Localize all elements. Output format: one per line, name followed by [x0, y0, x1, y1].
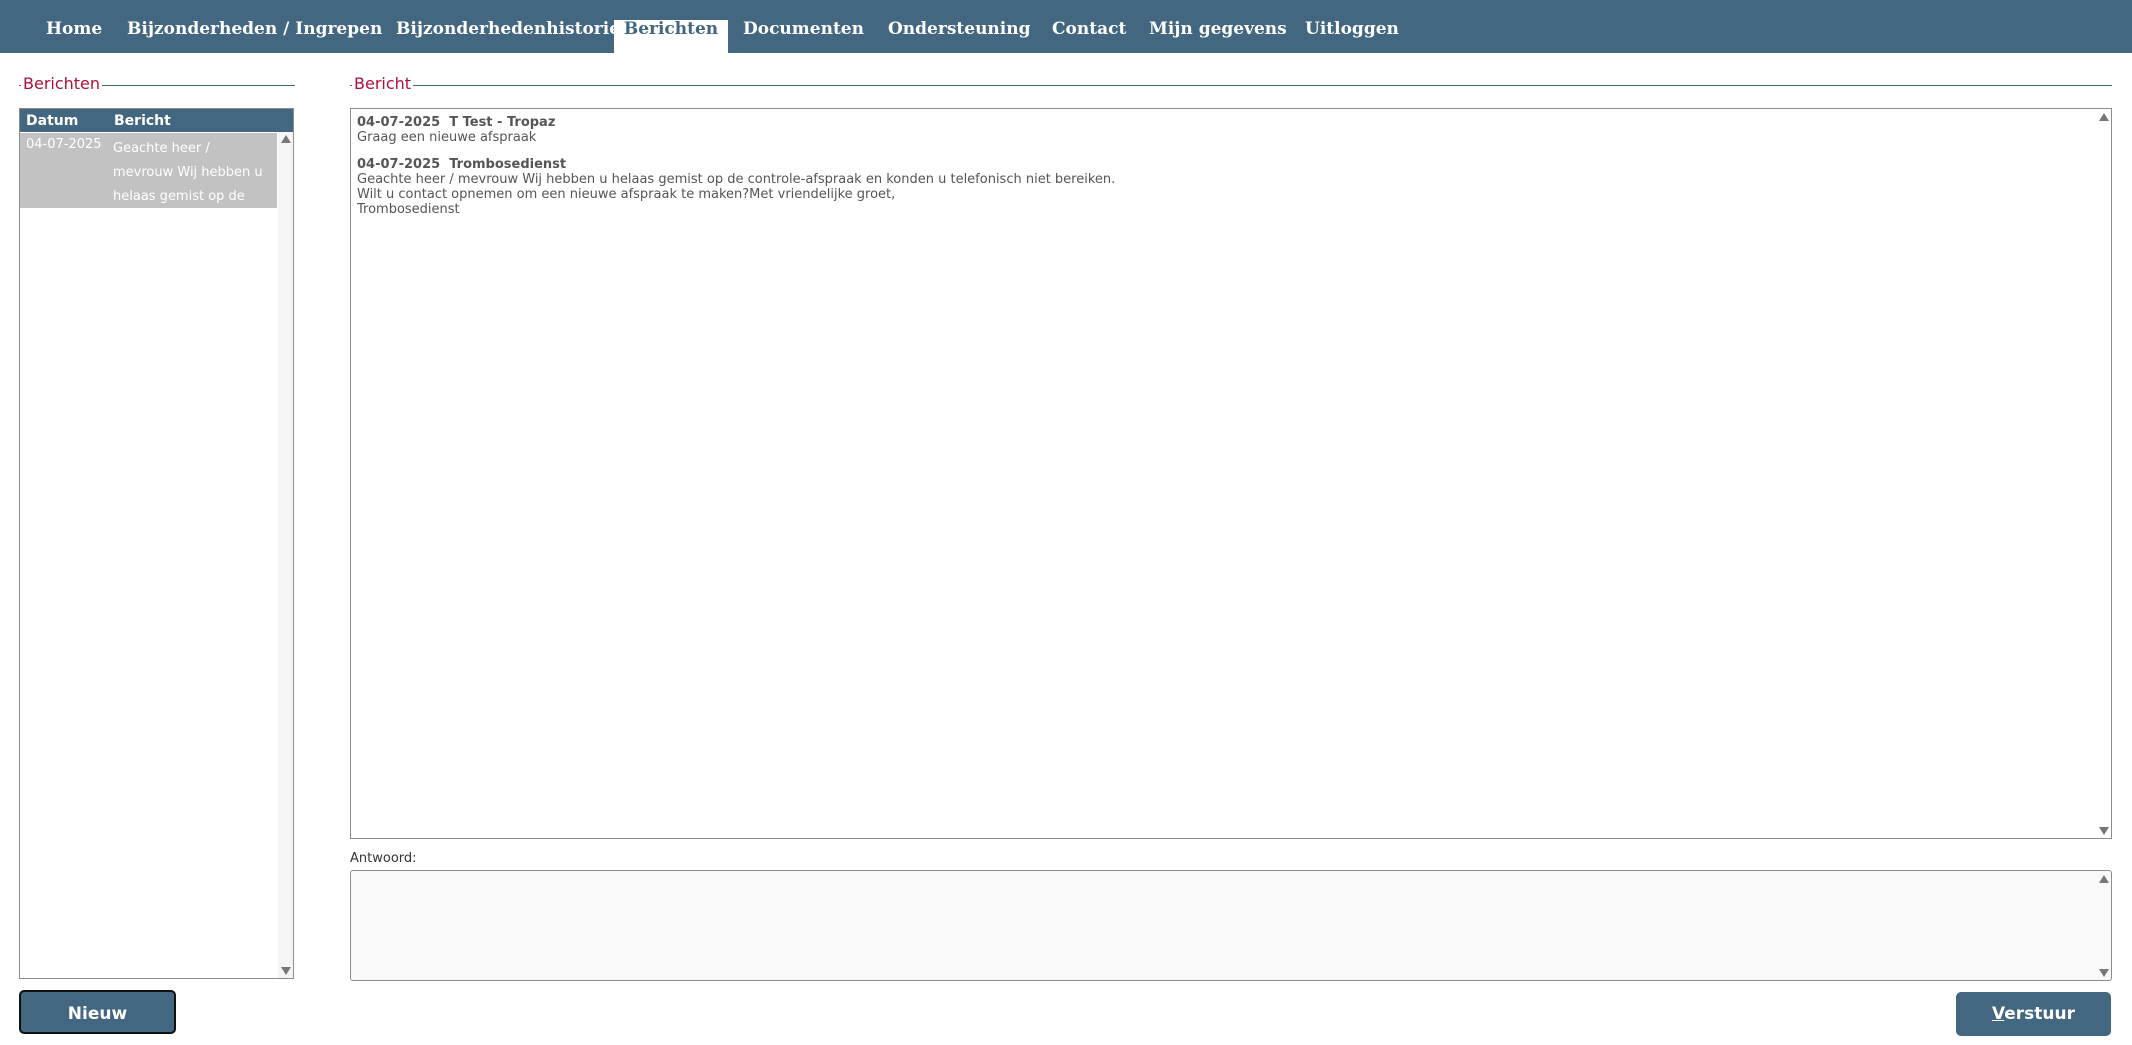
- entry-line: Trombosedienst: [357, 202, 460, 217]
- send-button[interactable]: Verstuur: [1956, 992, 2111, 1036]
- scroll-up-icon[interactable]: [281, 135, 291, 143]
- list-legend: Berichten: [21, 74, 103, 93]
- entry-sender: T Test - Tropaz: [449, 115, 556, 130]
- scroll-up-icon[interactable]: [2099, 875, 2109, 883]
- entry-line: Geachte heer / mevrouw Wij hebben u hela…: [357, 172, 1116, 187]
- message-view[interactable]: 04-07-2025 T Test - Tropaz Graag een nie…: [350, 108, 2112, 839]
- row-date: 04-07-2025: [26, 137, 102, 152]
- nav-berichten-label: Berichten: [623, 19, 719, 39]
- nav-uitloggen[interactable]: Uitloggen: [1305, 0, 1399, 53]
- entry-sender: Trombosedienst: [449, 157, 567, 172]
- send-button-accesskey: V: [1992, 1004, 2005, 1024]
- nav-documenten[interactable]: Documenten: [743, 0, 864, 53]
- nav-bijzonderheden-ingrepen[interactable]: Bijzonderheden / Ingrepen: [127, 0, 382, 53]
- message-entry-head: 04-07-2025 Trombosedienst: [357, 157, 1115, 172]
- entry-line: Graag een nieuwe afspraak: [357, 130, 537, 145]
- nav-ondersteuning[interactable]: Ondersteuning: [888, 0, 1031, 53]
- message-legend-line: [350, 85, 2112, 86]
- new-button[interactable]: Nieuw: [19, 990, 176, 1034]
- message-scrollbar[interactable]: [2096, 109, 2111, 838]
- scroll-down-icon[interactable]: [2099, 827, 2109, 835]
- row-message: Geachte heer / mevrouw Wij hebben u hela…: [113, 141, 263, 204]
- nav-berichten[interactable]: Berichten: [614, 19, 728, 53]
- send-button-label: erstuur: [2004, 1004, 2075, 1024]
- nav-bijzonderhedenhistorie[interactable]: Bijzonderhedenhistorie: [396, 0, 620, 53]
- entry-date: 04-07-2025: [357, 157, 441, 172]
- list-header: Datum Bericht: [20, 109, 293, 132]
- list-row[interactable]: 04-07-2025 Geachte heer / mevrouw Wij he…: [20, 133, 277, 208]
- nav-mijn-gegevens[interactable]: Mijn gegevens: [1149, 0, 1287, 53]
- scroll-up-icon[interactable]: [2099, 113, 2109, 121]
- reply-textarea[interactable]: [350, 870, 2112, 981]
- header-datum: Datum: [26, 113, 79, 129]
- message-entry-head: 04-07-2025 T Test - Tropaz: [357, 115, 555, 130]
- reply-scrollbar[interactable]: [2096, 871, 2111, 980]
- scroll-down-icon[interactable]: [2099, 969, 2109, 977]
- header-bericht: Bericht: [114, 113, 171, 129]
- message-entry: 04-07-2025 T Test - Tropaz Graag een nie…: [357, 115, 555, 145]
- scroll-down-icon[interactable]: [281, 967, 291, 975]
- entry-line: Wilt u contact opnemen om een nieuwe afs…: [357, 187, 896, 202]
- nav-home[interactable]: Home: [46, 0, 102, 53]
- message-entry: 04-07-2025 Trombosedienst Geachte heer /…: [357, 157, 1115, 217]
- nav-contact[interactable]: Contact: [1052, 0, 1126, 53]
- message-list: Datum Bericht 04-07-2025 Geachte heer / …: [19, 108, 294, 979]
- entry-date: 04-07-2025: [357, 115, 441, 130]
- top-navigation: Home Bijzonderheden / Ingrepen Bijzonder…: [0, 0, 2132, 53]
- message-legend: Bericht: [352, 74, 414, 93]
- list-scrollbar[interactable]: [278, 132, 293, 978]
- reply-label: Antwoord:: [350, 851, 417, 866]
